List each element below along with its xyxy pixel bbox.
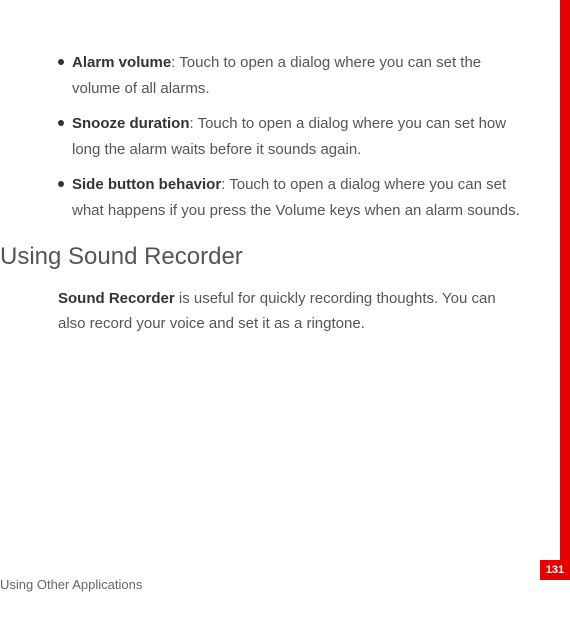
side-accent-bar [560,0,570,560]
list-item: Side button behavior: Touch to open a di… [58,172,520,223]
document-page: 131 Alarm volume: Touch to open a dialog… [0,0,570,636]
list-item-label: Snooze duration [72,115,190,132]
list-item: Snooze duration: Touch to open a dialog … [58,111,520,162]
footer-text: Using Other Applications [0,574,142,596]
paragraph: Sound Recorder is useful for quickly rec… [58,286,520,337]
list-item-label: Alarm volume [72,54,171,71]
page-number: 131 [546,561,564,580]
paragraph-bold: Sound Recorder [58,290,175,307]
section-heading: Using Sound Recorder [0,237,520,278]
page-number-badge: 131 [540,560,570,580]
page-content: Alarm volume: Touch to open a dialog whe… [0,50,540,337]
list-item-label: Side button behavior [72,176,221,193]
list-item: Alarm volume: Touch to open a dialog whe… [58,50,520,101]
